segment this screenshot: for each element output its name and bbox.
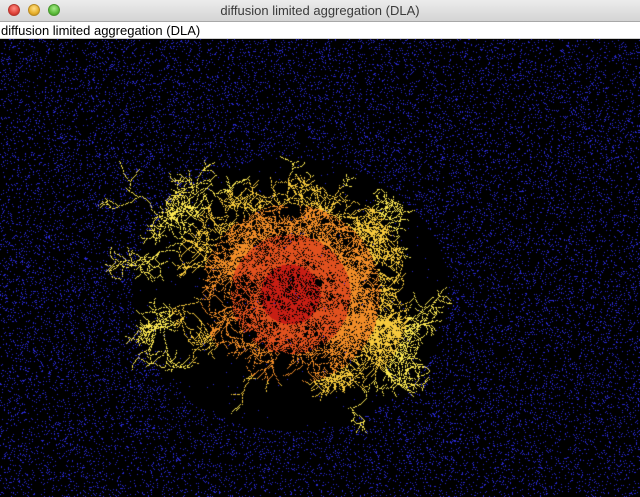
app-window: diffusion limited aggregation (DLA) diff…	[0, 0, 640, 497]
title-bar[interactable]: diffusion limited aggregation (DLA)	[0, 0, 640, 22]
panel-title: diffusion limited aggregation (DLA)	[1, 23, 201, 38]
dla-simulation-canvas[interactable]	[0, 39, 640, 497]
panel-header: diffusion limited aggregation (DLA)	[0, 22, 640, 39]
window-title: diffusion limited aggregation (DLA)	[220, 3, 420, 18]
